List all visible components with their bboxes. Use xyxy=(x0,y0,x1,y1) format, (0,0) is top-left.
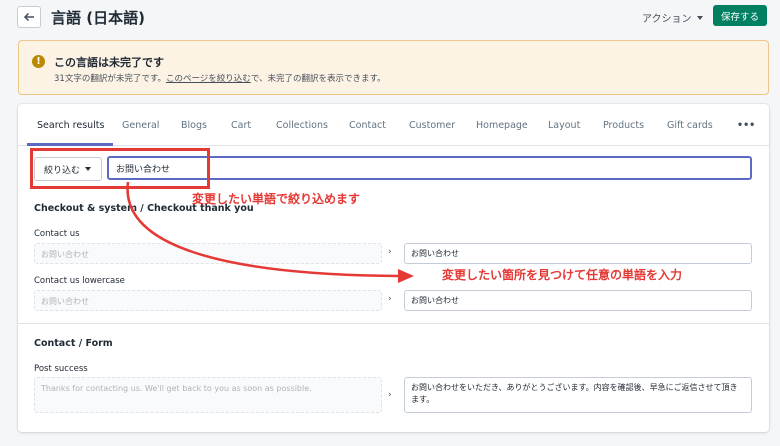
annotation-edit-note: 変更したい箇所を見つけて任意の単語を入力 xyxy=(442,268,683,282)
source-text: Thanks for contacting us. We'll get back… xyxy=(34,377,382,413)
banner-text-after: で、未完了の翻訳を表示できます。 xyxy=(250,74,386,84)
actions-menu[interactable]: アクション xyxy=(642,10,703,25)
page-title: 言語 (日本語) xyxy=(51,9,145,27)
chevron-right-icon: › xyxy=(388,390,392,400)
annotation-filter-note: 変更したい単語で絞り込めます xyxy=(192,192,361,206)
field-label: Contact us lowercase xyxy=(34,276,125,286)
chevron-right-icon: › xyxy=(388,247,392,257)
filter-page-link[interactable]: このページを絞り込む xyxy=(166,74,251,84)
incomplete-banner: ! この言語は未完了です 31文字の翻訳が未完了です。このページを絞り込むで、未… xyxy=(18,40,769,95)
tab-search-results[interactable]: Search results xyxy=(37,120,104,131)
warning-icon: ! xyxy=(32,55,45,68)
translation-input[interactable] xyxy=(404,290,752,311)
source-text: お問い合わせ xyxy=(34,290,382,311)
field-label: Post success xyxy=(34,364,88,374)
banner-text-before: 31文字の翻訳が未完了です。 xyxy=(54,74,166,84)
caret-down-icon xyxy=(696,15,703,20)
page-header: 言語 (日本語) アクション 保存する xyxy=(0,0,780,34)
translation-textarea[interactable]: お問い合わせをいただき、ありがとうございます。内容を確認後、早急にご返信させて頂… xyxy=(404,377,752,413)
tab-customer[interactable]: Customer xyxy=(409,120,455,131)
more-tabs-icon[interactable]: ••• xyxy=(737,120,755,131)
tab-layout[interactable]: Layout xyxy=(548,120,580,131)
tab-contact[interactable]: Contact xyxy=(349,120,386,131)
save-button[interactable]: 保存する xyxy=(713,5,767,26)
tab-gift-cards[interactable]: Gift cards xyxy=(667,120,713,131)
actions-label: アクション xyxy=(642,14,692,25)
tab-cart[interactable]: Cart xyxy=(231,120,251,131)
section-title: Contact / Form xyxy=(34,338,113,349)
section-divider xyxy=(18,323,769,324)
source-text: お問い合わせ xyxy=(34,243,382,264)
active-tab-indicator xyxy=(27,143,113,146)
chevron-right-icon: › xyxy=(388,294,392,304)
translation-input[interactable] xyxy=(404,243,752,264)
back-button[interactable] xyxy=(17,6,41,28)
banner-text: 31文字の翻訳が未完了です。このページを絞り込むで、未完了の翻訳を表示できます。 xyxy=(54,72,386,84)
tab-products[interactable]: Products xyxy=(603,120,644,131)
banner-title: この言語は未完了です xyxy=(54,56,164,69)
translation-card: Search results General Blogs Cart Collec… xyxy=(18,104,769,432)
tab-collections[interactable]: Collections xyxy=(276,120,328,131)
arrow-left-icon xyxy=(23,12,34,22)
tab-general[interactable]: General xyxy=(122,120,159,131)
tab-bar: Search results General Blogs Cart Collec… xyxy=(18,104,769,146)
tab-homepage[interactable]: Homepage xyxy=(476,120,528,131)
annotation-highlight-box xyxy=(30,148,210,189)
tab-blogs[interactable]: Blogs xyxy=(181,120,207,131)
field-label: Contact us xyxy=(34,229,80,239)
